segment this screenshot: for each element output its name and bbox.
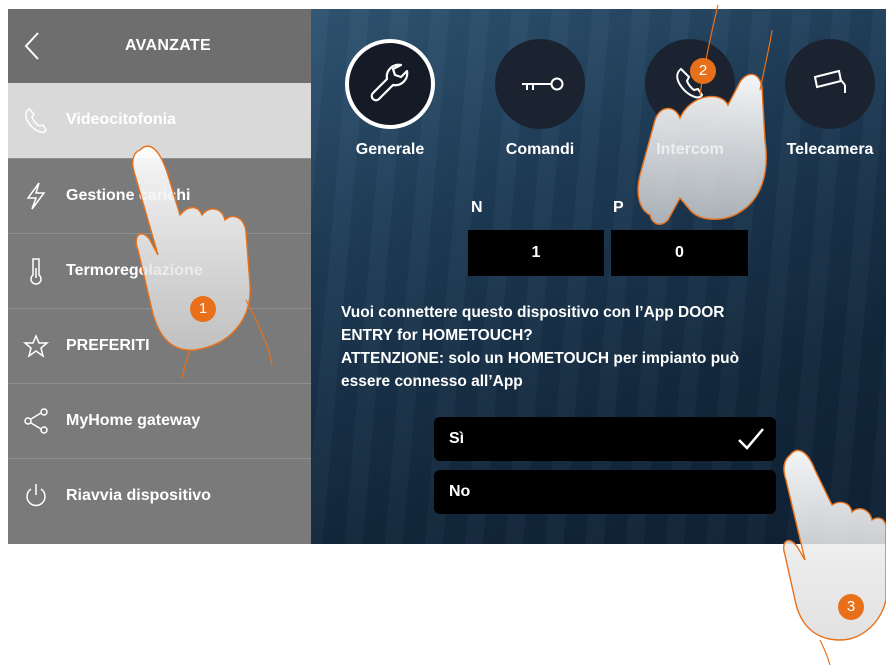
key-icon <box>522 77 564 91</box>
sidebar-item-label: MyHome gateway <box>66 412 201 429</box>
question-line: essere connesso all’App <box>341 373 523 390</box>
question-line: Vuoi connettere questo dispositivo con l… <box>341 304 725 321</box>
sidebar-item-label: Riavvia dispositivo <box>66 487 211 504</box>
checkmark-icon <box>738 428 764 450</box>
tab-label-comandi: Comandi <box>505 141 575 158</box>
tab-generale[interactable] <box>345 39 435 129</box>
callout-badge-2: 2 <box>690 58 716 84</box>
back-button[interactable] <box>18 29 48 63</box>
sidebar: AVANZATE Videocitofonia Gestione carichi… <box>8 9 311 544</box>
option-si[interactable]: Sì <box>434 417 776 461</box>
tab-label-intercom: Intercom <box>656 141 724 158</box>
sidebar-item-termoregolazione[interactable]: Termoregolazione <box>8 233 311 308</box>
option-no[interactable]: No <box>434 470 776 514</box>
connect-question: Vuoi connettere questo dispositivo con l… <box>341 301 851 393</box>
power-icon <box>26 484 46 507</box>
sidebar-item-gestione-carichi[interactable]: Gestione carichi <box>8 158 311 233</box>
tab-telecamera[interactable] <box>785 39 875 129</box>
sidebar-item-label: PREFERITI <box>66 337 150 354</box>
thermometer-icon <box>30 258 42 285</box>
star-icon <box>22 334 50 358</box>
handset-icon <box>25 108 47 134</box>
n-label: N <box>471 199 483 216</box>
camera-icon <box>813 69 846 93</box>
option-label: No <box>449 483 471 500</box>
sidebar-item-preferiti[interactable]: PREFERITI <box>8 308 311 383</box>
sidebar-item-videocitofonia[interactable]: Videocitofonia <box>8 83 311 158</box>
main-panel: Generale Comandi Intercom Telecamera N P… <box>311 9 886 544</box>
tab-comandi[interactable] <box>495 39 585 129</box>
sidebar-header: AVANZATE <box>8 9 311 83</box>
chevron-left-icon <box>24 32 39 60</box>
p-field[interactable]: 0 <box>611 230 748 276</box>
question-line: ENTRY for HOMETOUCH? <box>341 327 533 344</box>
option-label: Sì <box>449 430 465 447</box>
lightning-icon <box>26 182 46 210</box>
callout-badge-1: 1 <box>190 296 216 322</box>
callout-badge-3: 3 <box>838 594 864 620</box>
tab-label-telecamera: Telecamera <box>786 141 874 158</box>
n-field[interactable]: 1 <box>468 230 604 276</box>
question-line: ATTENZIONE: solo un HOMETOUCH per impian… <box>341 350 740 367</box>
sidebar-item-label: Gestione carichi <box>66 187 191 204</box>
sidebar-item-label: Videocitofonia <box>66 111 176 128</box>
tab-label-generale: Generale <box>355 141 425 158</box>
device-screen: AVANZATE Videocitofonia Gestione carichi… <box>8 9 886 544</box>
sidebar-title: AVANZATE <box>125 37 211 54</box>
wrench-icon <box>370 63 409 102</box>
sidebar-item-label: Termoregolazione <box>66 262 203 279</box>
share-icon <box>24 408 48 434</box>
sidebar-item-myhome-gateway[interactable]: MyHome gateway <box>8 383 311 458</box>
handset-icon <box>676 67 704 99</box>
p-label: P <box>613 199 624 216</box>
tab-intercom[interactable] <box>645 39 735 129</box>
sidebar-item-riavvia-dispositivo[interactable]: Riavvia dispositivo <box>8 458 311 533</box>
